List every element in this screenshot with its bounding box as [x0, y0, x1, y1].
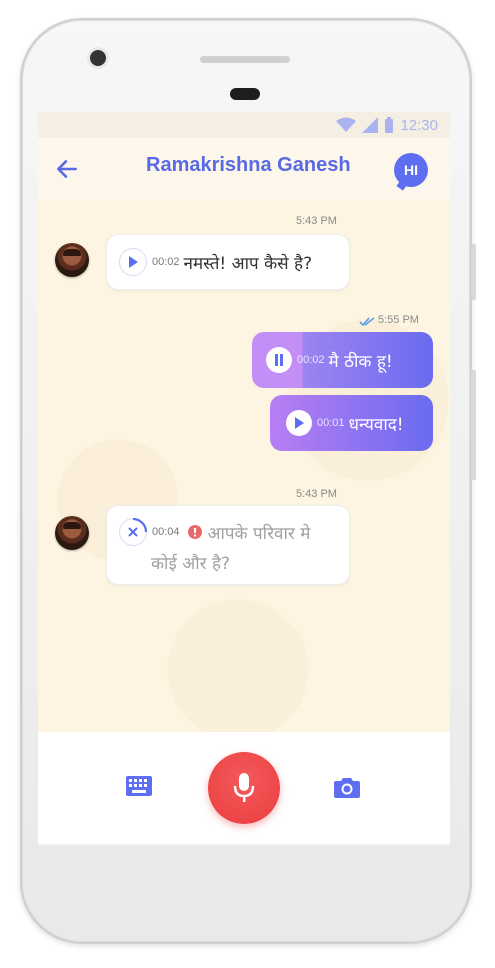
signal-icon — [362, 117, 379, 133]
outgoing-voice-message[interactable]: 00:01 धन्यवाद! — [270, 395, 433, 451]
screen-bottom-edge — [38, 844, 450, 846]
contact-name[interactable]: Ramakrishna Ganesh — [146, 154, 351, 177]
status-bar: 12:30 — [38, 112, 450, 138]
chat-area: 5:43 PM 00:02 नमस्ते! आप कैसे है? 5:55 P… — [38, 200, 450, 732]
message-time: 5:43 PM — [296, 215, 337, 227]
front-camera — [90, 50, 106, 66]
audio-duration: 00:02 — [152, 256, 180, 268]
microphone-icon — [233, 773, 255, 802]
cancel-download-button[interactable] — [119, 517, 148, 546]
volume-button — [471, 244, 476, 300]
audio-duration: 00:01 — [317, 417, 345, 429]
pause-button[interactable] — [266, 347, 292, 373]
camera-icon[interactable] — [334, 776, 360, 798]
play-button[interactable] — [286, 410, 312, 436]
app-screen: 12:30 Ramakrishna Ganesh HI 5:43 PM 00:0… — [38, 112, 450, 844]
message-text: नमस्ते! आप कैसे है? — [183, 253, 313, 274]
message-text: आपके परिवार मे — [207, 523, 311, 544]
audio-duration: 00:04 — [152, 526, 180, 538]
incoming-voice-message-failed[interactable]: 00:04 आपके परिवार मे कोई और है? — [106, 505, 350, 585]
error-icon — [187, 525, 202, 539]
message-text: धन्यवाद! — [348, 414, 404, 435]
avatar — [55, 243, 89, 277]
play-icon — [129, 256, 138, 268]
play-icon — [295, 417, 304, 429]
battery-icon — [385, 117, 394, 133]
keyboard-icon[interactable] — [126, 776, 152, 796]
language-badge[interactable]: HI — [394, 153, 428, 187]
earpiece-speaker — [200, 56, 290, 63]
wifi-icon — [336, 117, 357, 132]
message-time: 5:43 PM — [296, 488, 337, 500]
outgoing-voice-message[interactable]: 00:02 मै ठीक हू! — [252, 332, 433, 388]
play-button[interactable] — [119, 248, 147, 276]
pause-icon — [275, 354, 283, 366]
proximity-sensor — [230, 88, 260, 100]
audio-duration: 00:02 — [297, 354, 325, 366]
arrow-left-icon[interactable] — [54, 156, 80, 182]
app-bar: Ramakrishna Ganesh HI — [38, 138, 450, 200]
record-button[interactable] — [208, 752, 280, 824]
double-check-icon — [359, 317, 375, 327]
avatar — [55, 516, 89, 550]
message-text: कोई और है? — [151, 554, 231, 574]
phone-frame: 12:30 Ramakrishna Ganesh HI 5:43 PM 00:0… — [20, 18, 476, 944]
composer-bar — [38, 732, 450, 844]
status-time: 12:30 — [400, 116, 438, 134]
progress-ring-icon — [132, 517, 148, 533]
message-text: मै ठीक हू! — [328, 351, 393, 372]
power-button — [471, 370, 476, 480]
incoming-voice-message[interactable]: 00:02 नमस्ते! आप कैसे है? — [106, 234, 350, 290]
message-first-row: 00:04 आपके परिवार मे — [119, 517, 311, 546]
message-content: 00:04 आपके परिवार मे कोई और है? — [119, 517, 311, 574]
message-time: 5:55 PM — [378, 314, 419, 326]
